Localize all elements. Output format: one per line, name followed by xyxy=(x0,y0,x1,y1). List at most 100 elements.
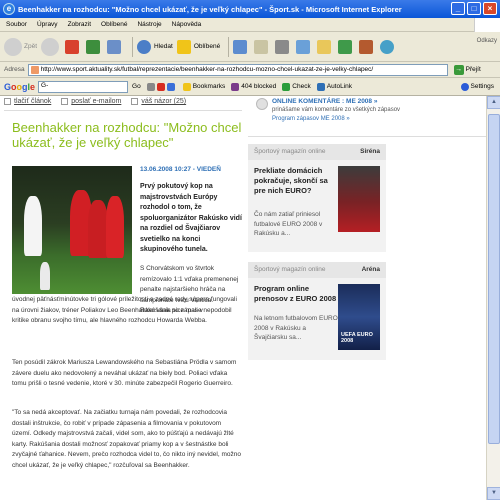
mail-icon xyxy=(254,39,269,54)
article-body-paragraph: úvodnej päťnásťminútovke tri gólové príl… xyxy=(12,296,237,324)
box-label: Športový magazín online xyxy=(254,266,326,273)
tools-icon xyxy=(380,39,395,54)
windows-logo-icon xyxy=(474,18,500,32)
scroll-up-icon[interactable]: ▲ xyxy=(487,96,500,109)
url-input[interactable]: http://www.sport.aktuality.sk/futbal/rep… xyxy=(27,63,448,76)
messenger-icon xyxy=(338,39,353,54)
online-comments-link[interactable]: ONLINE KOMENTÁRE : ME 2008 » xyxy=(272,98,377,105)
menu-soubor[interactable]: Soubor xyxy=(6,21,27,28)
menu-oblibene[interactable]: Oblíbené xyxy=(101,21,127,28)
article-date: 13.06.2008 10:27 - VIEDEŇ xyxy=(140,166,221,173)
scroll-down-icon[interactable]: ▼ xyxy=(487,487,500,500)
article-lead: Prvý pokutový kop na majstrovstvách Euró… xyxy=(140,183,242,253)
go-button[interactable]: → Přejít xyxy=(453,64,481,75)
email-article-link[interactable]: poslať e-mailom xyxy=(61,98,121,105)
comments-link[interactable]: váš názor (25) xyxy=(131,98,186,105)
check-button[interactable]: Check xyxy=(282,82,311,91)
share-icon xyxy=(166,82,175,91)
vertical-scrollbar[interactable]: ▲ ▼ xyxy=(486,96,500,500)
euro-2008-logo-text: UEFA EURO 2008 xyxy=(341,332,373,344)
divider xyxy=(4,110,242,111)
window-title: Beenhakker na rozhodcu: "Možno chcel uká… xyxy=(18,4,402,14)
toolbar: Zpět Hledat Oblíbené Odkazy xyxy=(0,32,500,62)
toolbar-separator xyxy=(228,36,230,57)
google-toolbar: Google G- Go Bookmarks 404 blocked Check… xyxy=(0,78,500,96)
favorites-button[interactable]: Oblíbené xyxy=(176,39,220,54)
menu-upravy[interactable]: Úpravy xyxy=(37,21,58,28)
box-headline-link[interactable]: Program online prenosov z EURO 2008 xyxy=(254,284,338,304)
refresh-icon xyxy=(86,39,101,54)
settings-icon xyxy=(460,82,469,91)
box-headline-link[interactable]: Prekliate domácich pokračuje, skončí sa … xyxy=(254,166,338,196)
go-arrow-icon: → xyxy=(453,64,464,75)
popup-blocker[interactable]: 404 blocked xyxy=(231,82,276,91)
settings-button[interactable]: Settings xyxy=(460,82,494,91)
folder-icon xyxy=(317,39,332,54)
menu-napoveda[interactable]: Nápověda xyxy=(172,21,202,28)
magazine-box-sirena: Športový magazín online Siréna Prekliate… xyxy=(248,144,386,252)
live-icon xyxy=(256,98,268,110)
stop-button[interactable] xyxy=(65,39,82,54)
tools-button[interactable] xyxy=(380,39,397,54)
print-icon xyxy=(275,39,290,54)
box-text: Čo nám zatiaľ priniesol futbalové EURO 2… xyxy=(254,211,323,237)
history-button[interactable] xyxy=(233,39,250,54)
messenger-button[interactable] xyxy=(338,39,355,54)
mail-icon xyxy=(61,98,69,105)
check-icon xyxy=(282,82,291,91)
euro-2008-photo[interactable]: UEFA EURO 2008 xyxy=(338,284,380,350)
page-content: tlačiť článok poslať e-mailom váš názor … xyxy=(0,96,486,500)
google-go-button[interactable]: Go xyxy=(132,83,141,90)
history-icon xyxy=(233,39,248,54)
box-tag: Aréna xyxy=(361,266,380,273)
match-schedule-link[interactable]: Program zápasov ME 2008 » xyxy=(272,116,350,122)
maximize-button[interactable]: □ xyxy=(467,2,481,15)
autolink-button[interactable]: AutoLink xyxy=(316,82,352,91)
article-body-paragraph: Ten posúdil zákrok Mariusza Lewandowskéh… xyxy=(12,359,237,387)
minimize-button[interactable]: _ xyxy=(451,2,465,15)
google-extras[interactable] xyxy=(146,82,177,91)
article-headline: Beenhakker na rozhodcu: "Možno chcel uká… xyxy=(12,120,242,150)
favorites-star-icon xyxy=(176,39,191,54)
comment-icon xyxy=(131,98,139,105)
toolbar-separator xyxy=(132,36,134,57)
home-icon xyxy=(107,39,122,54)
mail-button[interactable] xyxy=(254,39,271,54)
research-button[interactable] xyxy=(359,39,376,54)
article-tools: tlačiť článok poslať e-mailom váš názor … xyxy=(4,98,186,105)
stop-icon xyxy=(65,39,80,54)
article-photo xyxy=(12,166,132,294)
player-photo[interactable] xyxy=(338,166,380,232)
autolink-icon xyxy=(316,82,325,91)
bookmarks-button[interactable]: Bookmarks xyxy=(182,82,225,91)
magazine-box-arena: Športový magazín online Aréna Program on… xyxy=(248,262,386,360)
online-comments-sub: prinášame vám komentáre zo všetkých zápa… xyxy=(272,107,401,113)
menu-nastroje[interactable]: Nástroje xyxy=(137,21,161,28)
back-button[interactable]: Zpět xyxy=(4,37,37,56)
home-button[interactable] xyxy=(107,39,124,54)
menu-bar: Soubor Úpravy Zobrazit Oblíbené Nástroje… xyxy=(0,18,500,32)
box-label: Športový magazín online xyxy=(254,148,326,155)
scroll-thumb[interactable] xyxy=(488,114,500,444)
news-icon xyxy=(146,82,155,91)
article-body-paragraph: "To sa nedá akceptovať. Na začiatku turn… xyxy=(12,409,241,469)
refresh-button[interactable] xyxy=(86,39,103,54)
print-article-link[interactable]: tlačiť článok xyxy=(4,98,51,105)
edit-button[interactable] xyxy=(296,39,313,54)
ie-logo-icon: e xyxy=(3,3,15,15)
print-button[interactable] xyxy=(275,39,292,54)
box-tag: Siréna xyxy=(360,148,380,155)
google-logo: Google xyxy=(4,81,36,92)
box-text: Na letnom futbalovom EURO 2008 v Rakúsku… xyxy=(254,315,338,341)
links-label[interactable]: Odkazy xyxy=(477,38,497,44)
gmail-icon xyxy=(156,82,165,91)
online-comments: ONLINE KOMENTÁRE : ME 2008 » prinášame v… xyxy=(248,96,486,132)
search-button[interactable]: Hledat xyxy=(137,39,173,54)
search-icon xyxy=(137,39,152,54)
google-search-input[interactable]: G- xyxy=(38,80,129,93)
forward-button[interactable] xyxy=(41,37,61,56)
menu-zobrazit[interactable]: Zobrazit xyxy=(68,21,91,28)
star-icon xyxy=(182,82,191,91)
close-button[interactable]: × xyxy=(483,2,497,15)
folder-button[interactable] xyxy=(317,39,334,54)
